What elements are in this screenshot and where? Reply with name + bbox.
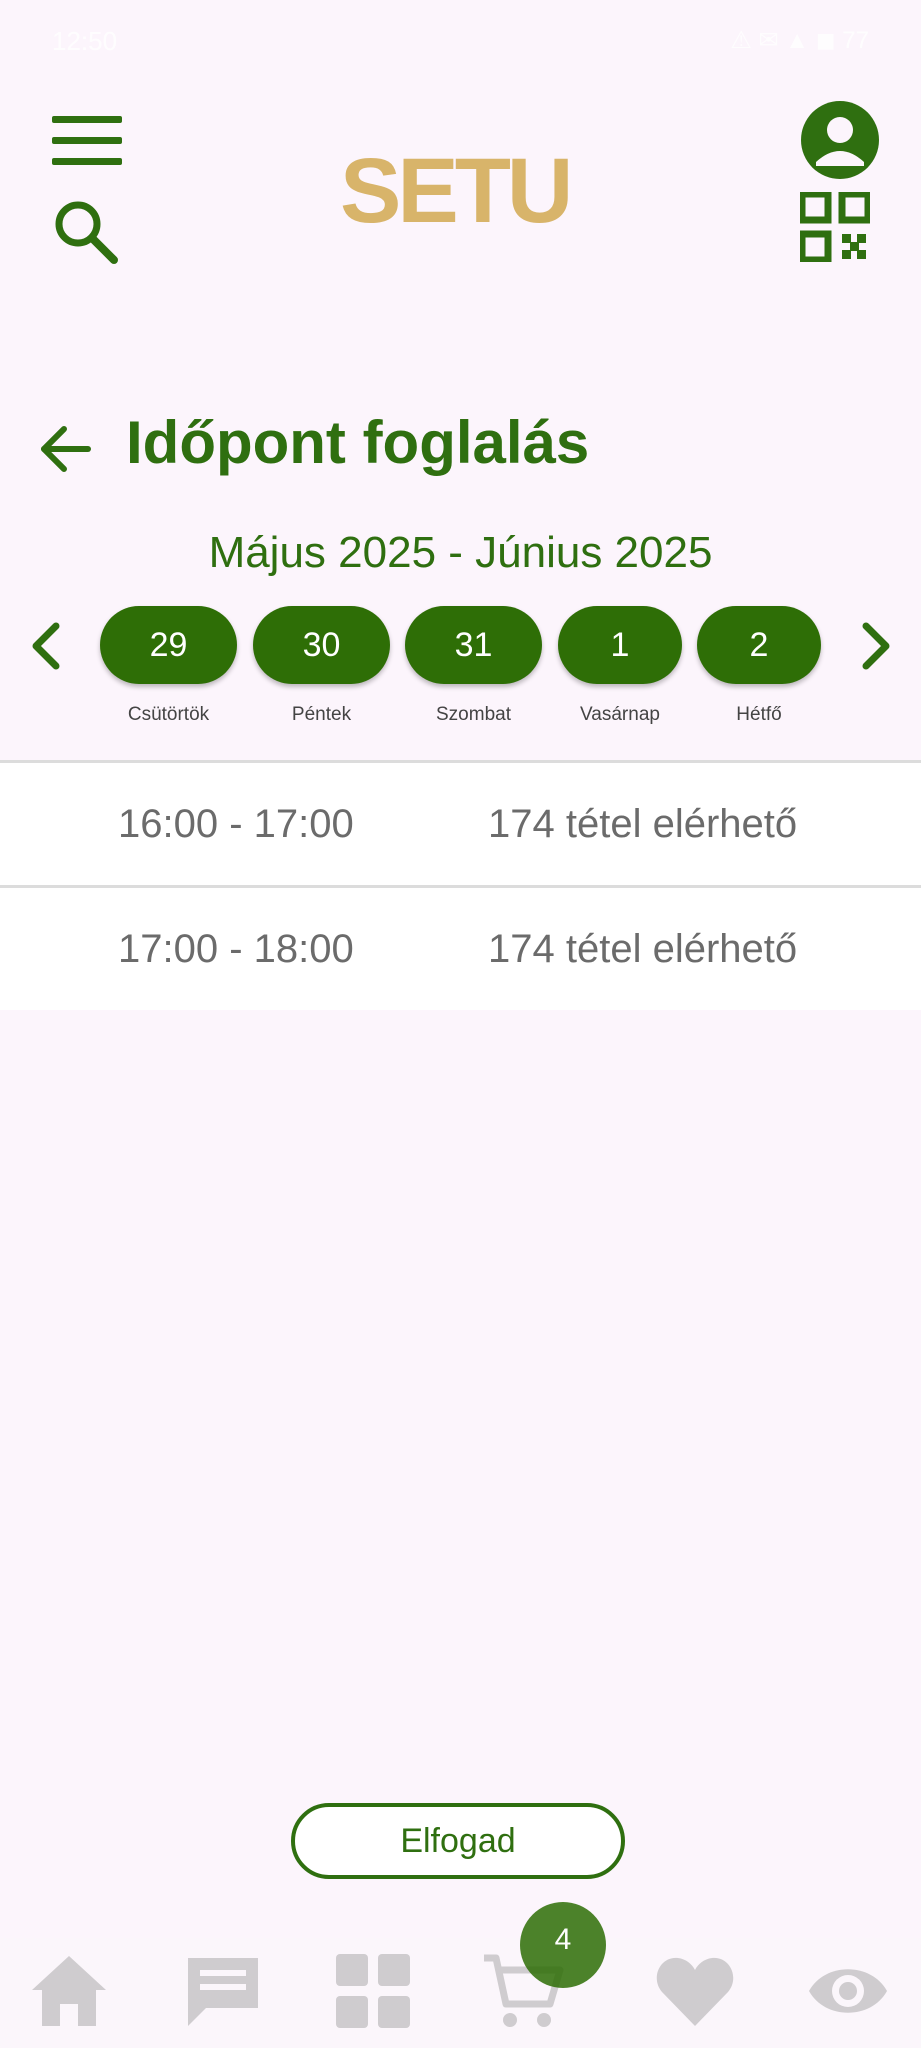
day-pill[interactable]: 29 xyxy=(100,606,237,684)
day-weekday-label: Vasárnap xyxy=(580,704,660,725)
slot-time: 16:00 - 17:00 xyxy=(118,802,354,846)
logo-text: SETU xyxy=(340,140,569,235)
time-slot-row[interactable]: 16:00 - 17:00 174 tétel elérhető xyxy=(0,763,921,885)
month-range: Május 2025 - Június 2025 xyxy=(208,528,713,577)
chevron-left-icon[interactable] xyxy=(26,616,66,676)
day-pill[interactable]: 2 xyxy=(697,606,821,684)
accept-button[interactable]: Elfogad xyxy=(291,1803,625,1879)
slot-availability: 174 tétel elérhető xyxy=(488,927,798,971)
categories-icon[interactable] xyxy=(330,1948,416,2034)
qr-code-icon[interactable] xyxy=(800,192,870,262)
chat-icon[interactable] xyxy=(180,1948,266,2034)
back-arrow-icon[interactable] xyxy=(36,420,94,478)
day-weekday-label: Csütörtök xyxy=(127,704,210,725)
status-icons: ⚠ ✉ ▲ ◼ 77 xyxy=(730,27,869,54)
slot-availability: 174 tétel elérhető xyxy=(488,802,798,846)
cart-badge: 4 xyxy=(520,1902,606,1988)
slot-time: 17:00 - 18:00 xyxy=(118,927,354,971)
chevron-right-icon[interactable] xyxy=(856,616,896,676)
time-slot-row[interactable]: 17:00 - 18:00 174 tétel elérhető xyxy=(0,888,921,1010)
day-pill[interactable]: 1 xyxy=(558,606,682,684)
day-weekday-label: Hétfő xyxy=(736,704,782,725)
home-icon[interactable] xyxy=(26,1948,112,2034)
day-weekday-label: Szombat xyxy=(436,704,511,725)
setu-logo: SETU xyxy=(340,140,580,242)
bottom-nav xyxy=(0,1938,921,2048)
eye-icon[interactable] xyxy=(805,1948,891,2034)
day-pill[interactable]: 31 xyxy=(405,606,542,684)
menu-icon[interactable] xyxy=(52,116,122,166)
heart-icon[interactable] xyxy=(652,1948,738,2034)
page-title: Időpont foglalás xyxy=(126,409,590,476)
day-pill[interactable]: 30 xyxy=(253,606,390,684)
account-icon[interactable] xyxy=(800,100,880,180)
status-time: 12:50 xyxy=(52,26,118,56)
day-weekday-label: Péntek xyxy=(291,704,352,725)
search-icon[interactable] xyxy=(50,196,122,268)
